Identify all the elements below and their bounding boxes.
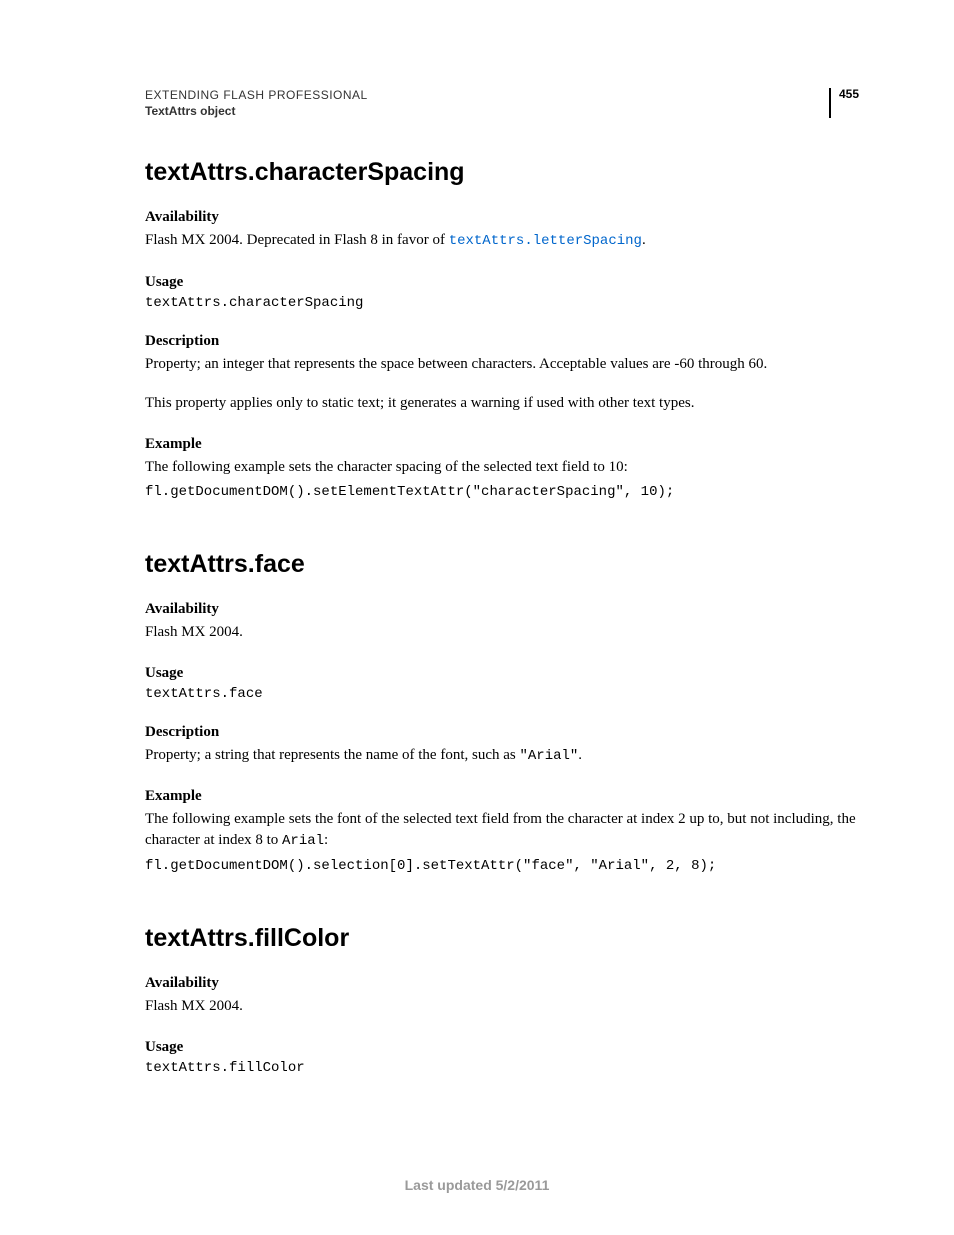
description-suffix: .: [578, 747, 582, 763]
usage-code: textAttrs.fillColor: [145, 1060, 859, 1076]
description-code: "Arial": [519, 748, 578, 764]
header-title: EXTENDING FLASH PROFESSIONAL: [145, 88, 859, 102]
usage-block: Usage textAttrs.characterSpacing: [145, 274, 859, 311]
usage-heading: Usage: [145, 274, 859, 291]
availability-heading: Availability: [145, 975, 859, 992]
description-text-2: This property applies only to static tex…: [145, 393, 859, 414]
example-prefix: The following example sets the font of t…: [145, 811, 856, 848]
availability-text: Flash MX 2004. Deprecated in Flash 8 in …: [145, 230, 859, 252]
description-text-1: Property; an integer that represents the…: [145, 354, 859, 375]
example-heading: Example: [145, 436, 859, 453]
usage-code: textAttrs.face: [145, 686, 859, 702]
usage-heading: Usage: [145, 665, 859, 682]
example-heading: Example: [145, 788, 859, 805]
page-header: EXTENDING FLASH PROFESSIONAL TextAttrs o…: [145, 88, 859, 118]
page-number: 455: [829, 88, 859, 118]
section-title: textAttrs.fillColor: [145, 924, 859, 953]
example-text: The following example sets the character…: [145, 457, 859, 478]
example-code: fl.getDocumentDOM().selection[0].setText…: [145, 858, 859, 874]
example-block: Example The following example sets the f…: [145, 788, 859, 874]
description-prefix: Property; a string that represents the n…: [145, 747, 519, 763]
description-text: Property; a string that represents the n…: [145, 745, 859, 767]
availability-block: Availability Flash MX 2004. Deprecated i…: [145, 209, 859, 252]
example-code-inline: Arial: [282, 833, 324, 849]
footer-last-updated: Last updated 5/2/2011: [0, 1177, 954, 1193]
example-suffix: :: [324, 832, 328, 848]
page: EXTENDING FLASH PROFESSIONAL TextAttrs o…: [0, 0, 954, 1235]
description-heading: Description: [145, 724, 859, 741]
usage-heading: Usage: [145, 1039, 859, 1056]
availability-heading: Availability: [145, 209, 859, 226]
section-face: textAttrs.face Availability Flash MX 200…: [145, 550, 859, 874]
letter-spacing-link[interactable]: textAttrs.letterSpacing: [449, 233, 642, 249]
usage-code: textAttrs.characterSpacing: [145, 295, 859, 311]
usage-block: Usage textAttrs.fillColor: [145, 1039, 859, 1076]
availability-heading: Availability: [145, 601, 859, 618]
example-code: fl.getDocumentDOM().setElementTextAttr("…: [145, 484, 859, 500]
availability-text: Flash MX 2004.: [145, 622, 859, 643]
section-title: textAttrs.characterSpacing: [145, 158, 859, 187]
header-subtitle: TextAttrs object: [145, 104, 859, 118]
availability-prefix: Flash MX 2004. Deprecated in Flash 8 in …: [145, 232, 449, 248]
description-block: Description Property; a string that repr…: [145, 724, 859, 767]
availability-block: Availability Flash MX 2004.: [145, 601, 859, 643]
section-fill-color: textAttrs.fillColor Availability Flash M…: [145, 924, 859, 1076]
example-block: Example The following example sets the c…: [145, 436, 859, 500]
section-title: textAttrs.face: [145, 550, 859, 579]
availability-suffix: .: [642, 232, 646, 248]
description-block: Description Property; an integer that re…: [145, 333, 859, 414]
availability-block: Availability Flash MX 2004.: [145, 975, 859, 1017]
availability-text: Flash MX 2004.: [145, 996, 859, 1017]
example-text: The following example sets the font of t…: [145, 809, 859, 852]
description-heading: Description: [145, 333, 859, 350]
usage-block: Usage textAttrs.face: [145, 665, 859, 702]
section-character-spacing: textAttrs.characterSpacing Availability …: [145, 158, 859, 500]
